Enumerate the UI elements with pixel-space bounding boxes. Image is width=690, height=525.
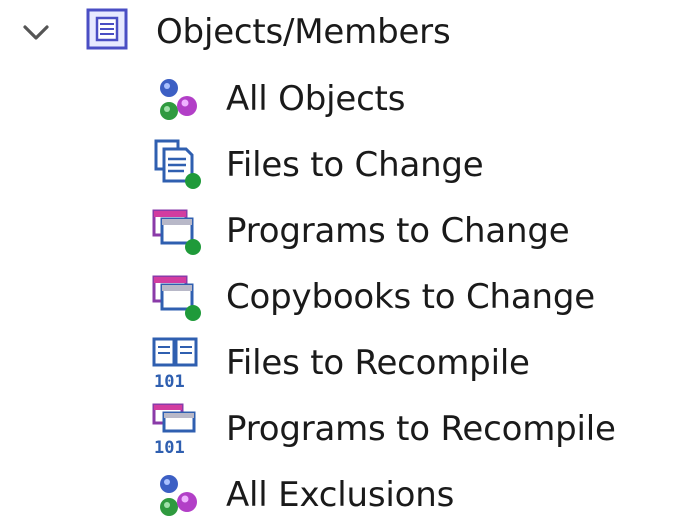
tree-item-files-to-recompile[interactable]: 101 Files to Recompile — [0, 333, 690, 393]
files-recompile-icon: 101 — [152, 337, 198, 391]
tree-item-files-to-change[interactable]: Files to Change — [0, 135, 690, 195]
tree-item-programs-to-recompile[interactable]: 101 Programs to Recompile — [0, 399, 690, 459]
tree-node-objects-members[interactable]: Objects/Members — [0, 2, 690, 62]
tree-item-all-exclusions[interactable]: All Exclusions — [0, 465, 690, 525]
objects-members-icon — [86, 8, 128, 50]
tree-node-label: Objects/Members — [156, 12, 451, 52]
object-tree: Objects/Members All Objects Files to Cha… — [0, 0, 690, 516]
tree-item-label: Programs to Change — [226, 211, 570, 251]
svg-text:101: 101 — [154, 438, 185, 457]
tree-item-label: All Exclusions — [226, 475, 455, 515]
objects-icon — [160, 79, 197, 120]
svg-text:101: 101 — [154, 372, 185, 391]
tree-item-copybooks-to-change[interactable]: Copybooks to Change — [0, 267, 690, 327]
chevron-down-icon[interactable] — [22, 24, 50, 42]
copybooks-change-icon — [152, 275, 201, 321]
programs-recompile-icon: 101 — [152, 403, 196, 457]
tree-item-programs-to-change[interactable]: Programs to Change — [0, 201, 690, 261]
files-change-icon — [154, 139, 201, 189]
tree-item-all-objects[interactable]: All Objects — [0, 69, 690, 129]
tree-item-label: Copybooks to Change — [226, 277, 595, 317]
tree-item-label: Files to Change — [226, 145, 484, 185]
tree-item-label: Programs to Recompile — [226, 409, 616, 449]
tree-item-label: Files to Recompile — [226, 343, 530, 383]
tree-item-label: All Objects — [226, 79, 406, 119]
programs-change-icon — [152, 209, 201, 255]
